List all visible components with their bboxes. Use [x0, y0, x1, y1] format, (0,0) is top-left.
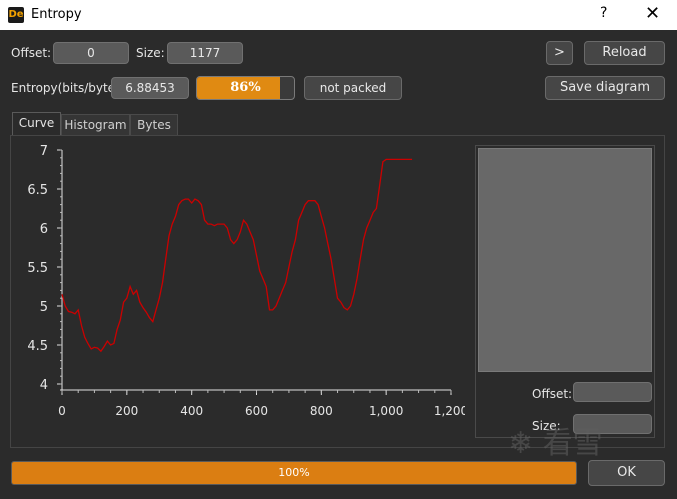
y-tick-label: 7	[40, 144, 48, 159]
entropy-curve-line	[61, 158, 413, 353]
offset-field[interactable]: 0	[53, 42, 129, 64]
x-tick-label: 600	[245, 404, 268, 418]
snowflake-icon: ❄	[508, 426, 534, 461]
next-button[interactable]: >	[546, 41, 573, 65]
x-tick-label: 800	[310, 404, 333, 418]
entropy-curve-chart: 4 4.5 5 5.5 6 6.5 7 0 200 400 600 800 1,000 1,200	[27, 144, 465, 418]
window-title: Entropy	[31, 7, 82, 22]
watermark-text: 看雪	[542, 426, 603, 461]
x-tick-label: 0	[58, 404, 66, 418]
entropy-label: Entropy(bits/byte):	[11, 81, 124, 95]
packed-status-button[interactable]: not packed	[304, 76, 402, 100]
offset-label: Offset:	[11, 46, 52, 60]
y-tick-label: 6	[40, 222, 48, 237]
size-label: Size:	[136, 46, 165, 60]
y-tick-label: 6.5	[27, 183, 48, 198]
app-logo-icon: De	[8, 7, 24, 23]
x-tick-label: 1,200	[434, 404, 465, 418]
progress-bar: 100%	[11, 461, 577, 485]
help-button[interactable]: ?	[600, 5, 607, 21]
preview-image	[478, 148, 652, 372]
progress-text: 100%	[278, 466, 310, 479]
title-bar: De Entropy ? ✕	[0, 0, 677, 30]
preview-offset-label: Offset:	[532, 387, 573, 401]
tab-curve[interactable]: Curve	[12, 112, 61, 136]
watermark: ❄ 看雪	[508, 418, 603, 462]
x-tick-label: 200	[115, 404, 138, 418]
entropy-value-field[interactable]: 6.88453	[111, 77, 189, 99]
x-tick-label: 1,000	[369, 404, 403, 418]
entropy-percent-bar: 86%	[196, 76, 295, 100]
tab-bytes[interactable]: Bytes	[130, 114, 178, 135]
x-tick-label: 400	[180, 404, 203, 418]
entropy-percent-text: 86%	[230, 80, 261, 95]
preview-offset-field[interactable]	[573, 382, 652, 402]
close-icon[interactable]: ✕	[645, 3, 660, 24]
y-tick-label: 4	[40, 378, 48, 393]
tab-histogram[interactable]: Histogram	[61, 114, 130, 135]
ok-button[interactable]: OK	[588, 460, 665, 486]
y-tick-label: 5.5	[27, 261, 48, 276]
size-field[interactable]: 1177	[167, 42, 243, 64]
save-diagram-button[interactable]: Save diagram	[545, 76, 665, 100]
y-tick-label: 5	[40, 300, 48, 315]
reload-button[interactable]: Reload	[584, 41, 665, 65]
y-tick-label: 4.5	[27, 339, 48, 354]
